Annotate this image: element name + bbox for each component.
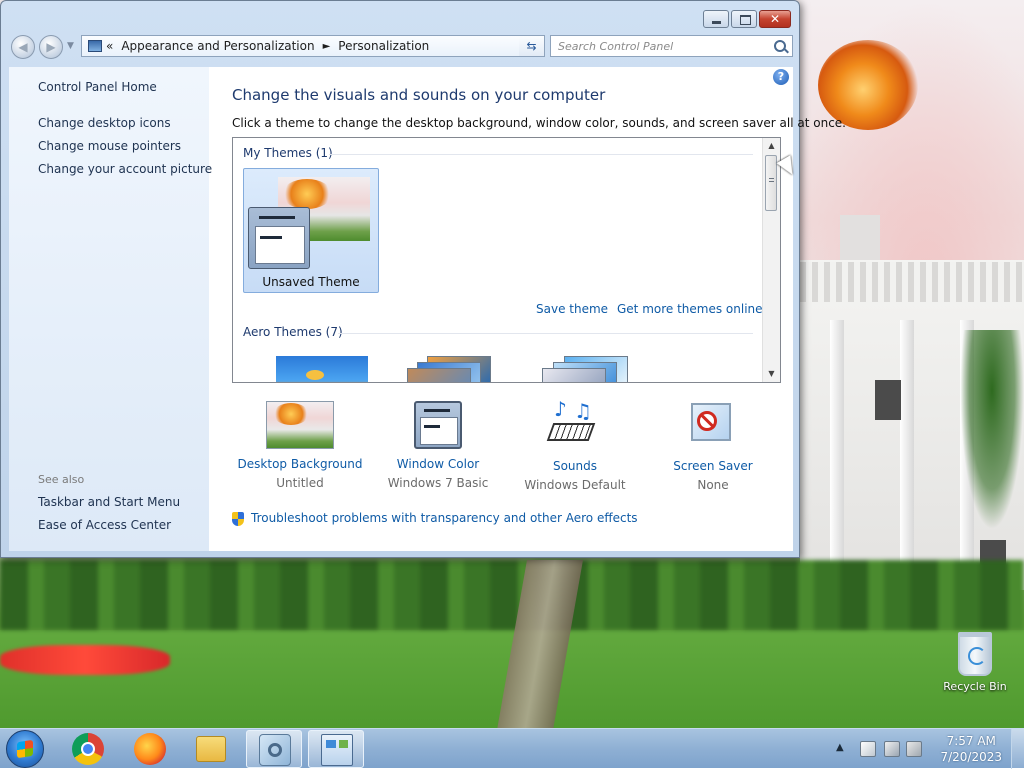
theme-unsaved-label: Unsaved Theme — [262, 275, 360, 289]
network-icon[interactable] — [884, 741, 900, 757]
minimize-button[interactable] — [703, 10, 729, 28]
theme-unsaved[interactable]: Unsaved Theme — [243, 168, 379, 293]
taskbar-explorer[interactable] — [184, 730, 240, 768]
window-color-setting[interactable]: Window Color Windows 7 Basic — [368, 401, 508, 490]
desktop-background-icon — [266, 401, 334, 449]
forward-arrow-icon: ▶ — [46, 40, 56, 54]
ease-of-access-link[interactable]: Ease of Access Center — [38, 518, 171, 532]
control-panel-icon — [321, 734, 353, 766]
desktop-background-setting[interactable]: Desktop Background Untitled — [230, 401, 370, 490]
window-color-icon — [414, 401, 462, 449]
screen-saver-link[interactable]: Screen Saver — [643, 459, 783, 473]
my-themes-header[interactable]: My Themes (1) — [243, 146, 333, 160]
taskbar-start-menu-link[interactable]: Taskbar and Start Menu — [38, 495, 180, 509]
search-placeholder: Search Control Panel — [558, 40, 674, 53]
recycle-bin-label: Recycle Bin — [943, 680, 1007, 693]
windows-logo-icon — [17, 739, 33, 759]
breadcrumb-overflow[interactable]: « — [106, 39, 113, 53]
close-icon: ✕ — [769, 12, 781, 26]
theme-aero-architecture[interactable] — [407, 356, 499, 382]
taskbar: ▲ 7:57 AM 7/20/2023 — [0, 728, 1024, 769]
search-input[interactable]: Search Control Panel — [550, 35, 793, 57]
taskbar-firefox[interactable] — [122, 730, 178, 768]
breadcrumb-separator-icon[interactable]: ► — [323, 41, 331, 52]
show-hidden-icons-icon[interactable]: ▲ — [836, 742, 844, 753]
screen-saver-value: None — [697, 478, 729, 492]
theme-list-scrollbar[interactable]: ▲ ▼ — [762, 138, 780, 382]
aero-themes-header[interactable]: Aero Themes (7) — [243, 325, 343, 339]
notification-area: ▲ 7:57 AM 7/20/2023 — [834, 729, 1024, 769]
window-color-link[interactable]: Window Color — [368, 457, 508, 471]
breadcrumb-appearance[interactable]: Appearance and Personalization — [121, 39, 314, 53]
desktop-background-link[interactable]: Desktop Background — [230, 457, 370, 471]
taskbar-chrome[interactable] — [60, 730, 116, 768]
recycle-bin-shortcut[interactable]: Recycle Bin — [940, 630, 1010, 693]
sounds-setting[interactable]: ♪ ♫ Sounds Windows Default — [505, 397, 645, 492]
refresh-icon: ⇆ — [526, 39, 537, 53]
clock[interactable]: 7:57 AM 7/20/2023 — [940, 733, 1002, 765]
start-button[interactable] — [6, 730, 44, 768]
search-icon[interactable] — [774, 40, 786, 52]
volume-muted-icon[interactable] — [906, 741, 922, 757]
sounds-icon: ♪ ♫ — [540, 397, 610, 451]
desktop-background-value: Untitled — [276, 476, 324, 490]
sounds-value: Windows Default — [524, 478, 626, 492]
scroll-down-icon[interactable]: ▼ — [763, 366, 780, 382]
breadcrumb-personalization[interactable]: Personalization — [338, 39, 429, 53]
clock-date: 7/20/2023 — [940, 750, 1002, 764]
close-button[interactable]: ✕ — [759, 10, 791, 28]
window-body: Control Panel Home Change desktop icons … — [9, 67, 846, 551]
troubleshoot-aero-link[interactable]: Troubleshoot problems with transparency … — [251, 511, 638, 525]
troubleshoot-row[interactable]: Troubleshoot problems with transparency … — [232, 511, 638, 526]
maximize-button[interactable] — [731, 10, 757, 28]
screen-saver-icon — [678, 401, 748, 451]
theme-aero-characters[interactable] — [542, 356, 634, 382]
personalization-window: ✕ ◀ ▶ ▼ « Appearance and Personalization… — [0, 0, 846, 558]
page-subtitle: Click a theme to change the desktop back… — [232, 116, 846, 130]
window-color-value: Windows 7 Basic — [387, 476, 489, 490]
action-center-icon[interactable] — [860, 741, 876, 757]
navigation-bar: ◀ ▶ ▼ « Appearance and Personalization ►… — [9, 35, 793, 59]
help-icon[interactable]: ? — [773, 69, 789, 85]
scroll-up-icon[interactable]: ▲ — [763, 138, 780, 154]
back-button[interactable]: ◀ — [11, 35, 35, 59]
recent-pages-icon[interactable]: ▼ — [67, 41, 74, 51]
see-also-label: See also — [38, 473, 85, 486]
back-arrow-icon: ◀ — [18, 40, 28, 54]
file-explorer-icon — [196, 736, 226, 762]
taskbar-control-panel[interactable] — [308, 730, 364, 768]
firefox-icon — [134, 733, 166, 765]
window-color-preview-icon — [248, 207, 310, 269]
sounds-link[interactable]: Sounds — [505, 459, 645, 473]
screen-saver-setting[interactable]: Screen Saver None — [643, 401, 783, 492]
uac-shield-icon — [232, 511, 244, 526]
clock-time: 7:57 AM — [946, 734, 996, 748]
left-pane: Control Panel Home Change desktop icons … — [9, 67, 212, 551]
get-more-themes-link[interactable]: Get more themes online — [617, 302, 763, 316]
chrome-icon — [72, 733, 104, 765]
change-mouse-pointers-link[interactable]: Change mouse pointers — [38, 139, 181, 153]
taskbar-media[interactable] — [246, 730, 302, 768]
control-panel-icon — [88, 40, 102, 52]
address-bar[interactable]: « Appearance and Personalization ► Perso… — [81, 35, 545, 57]
recycle-bin-icon — [958, 632, 992, 676]
no-symbol-icon — [697, 411, 717, 431]
theme-aero-windows7[interactable] — [276, 356, 368, 382]
save-theme-link[interactable]: Save theme — [536, 302, 608, 316]
maximize-icon — [740, 15, 751, 25]
show-desktop-button[interactable] — [1011, 729, 1024, 769]
scroll-thumb[interactable] — [765, 155, 777, 211]
minimize-icon — [712, 21, 721, 24]
theme-settings-bar: Desktop Background Untitled Window Color… — [230, 397, 792, 501]
page-title: Change the visuals and sounds on your co… — [232, 86, 606, 104]
change-desktop-icons-link[interactable]: Change desktop icons — [38, 116, 171, 130]
caption-buttons: ✕ — [701, 10, 791, 28]
theme-list[interactable]: My Themes (1) Unsaved Theme Save theme G… — [232, 137, 781, 383]
forward-button[interactable]: ▶ — [39, 35, 63, 59]
control-panel-home-link[interactable]: Control Panel Home — [38, 80, 157, 94]
refresh-button[interactable]: ⇆ — [519, 35, 545, 57]
media-icon — [259, 734, 291, 766]
change-account-picture-link[interactable]: Change your account picture — [38, 162, 212, 176]
